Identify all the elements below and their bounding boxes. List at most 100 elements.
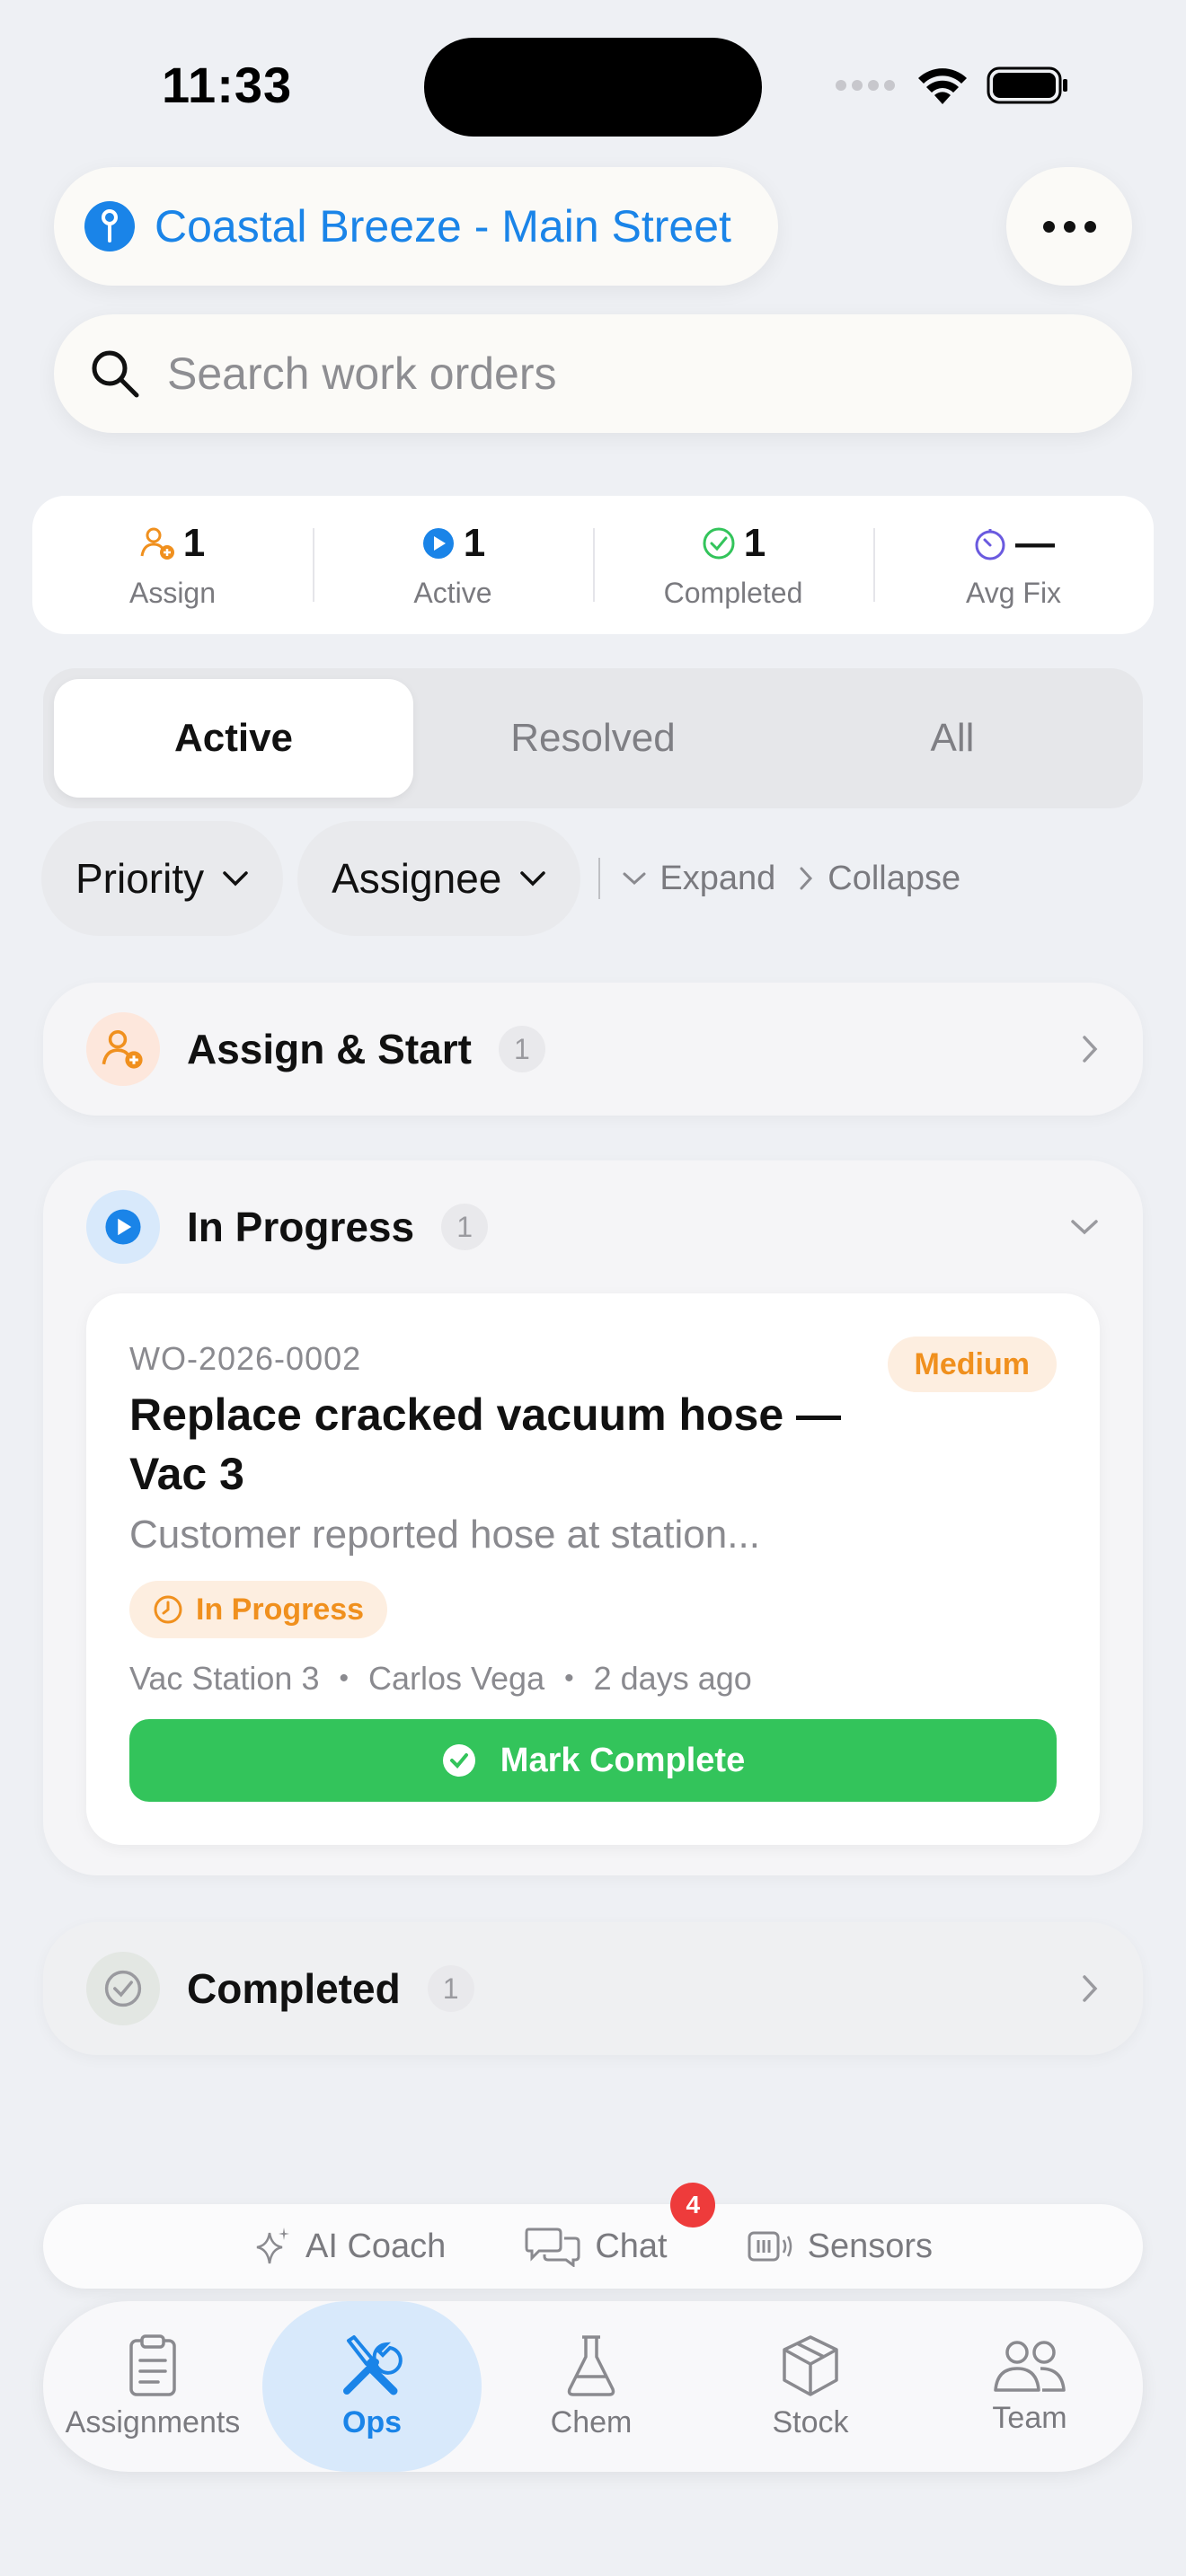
stat-avg-fix[interactable]: — Avg Fix — [873, 496, 1154, 634]
collapse-label: Collapse — [828, 859, 961, 897]
tab-label: Assignments — [65, 2404, 241, 2439]
check-circle-icon — [86, 1952, 160, 2025]
group-title: Assign & Start — [187, 1026, 472, 1072]
tab-stock[interactable]: Stock — [701, 2301, 920, 2472]
tab-label: Team — [992, 2400, 1067, 2435]
tab-label: Chem — [550, 2404, 633, 2439]
search-bar — [54, 314, 1132, 433]
filter-row: Priority Assignee Expand Collapse — [41, 821, 960, 936]
assist-bar: AI Coach Chat 4 Sensors — [43, 2183, 1143, 2289]
priority-filter[interactable]: Priority — [41, 821, 284, 936]
expand-all-button[interactable]: Expand — [622, 860, 775, 898]
chat-unread-badge: 4 — [670, 2183, 716, 2228]
box-icon — [783, 2334, 838, 2396]
stat-assign[interactable]: 1 Assign — [32, 496, 313, 634]
dynamic-island — [424, 38, 762, 137]
chevron-down-icon — [1071, 1220, 1098, 1235]
meta-separator: • — [339, 1663, 349, 1693]
meta-location: Vac Station 3 — [129, 1660, 320, 1697]
work-order-meta: Vac Station 3 • Carlos Vega • 2 days ago — [129, 1660, 752, 1698]
expand-label: Expand — [659, 859, 776, 897]
mark-complete-button[interactable]: Mark Complete — [129, 1719, 1057, 1802]
search-input[interactable] — [167, 348, 1066, 400]
tab-assignments[interactable]: Assignments — [43, 2301, 262, 2472]
ai-coach-button[interactable]: AI Coach — [253, 2226, 446, 2267]
person-add-icon — [86, 1012, 160, 1086]
segment-all[interactable]: All — [773, 679, 1132, 798]
flask-icon — [567, 2334, 615, 2396]
stat-completed[interactable]: 1 Completed — [593, 496, 873, 634]
chat-bubbles-icon — [525, 2228, 580, 2267]
stat-active[interactable]: 1 Active — [313, 496, 593, 634]
stat-label: Avg Fix — [965, 576, 1062, 609]
stat-value: 1 — [743, 520, 766, 565]
status-label: In Progress — [196, 1592, 365, 1627]
group-header[interactable]: In Progress 1 — [86, 1190, 1100, 1264]
cellular-signal-icon — [836, 80, 895, 91]
location-name: Coastal Breeze - Main Street — [155, 201, 731, 251]
more-icon-dot — [1042, 220, 1055, 233]
play-circle-icon — [86, 1190, 160, 1264]
tab-ops[interactable]: Ops — [262, 2301, 482, 2472]
stat-value: — — [1015, 520, 1055, 565]
tab-bar: Assignments Ops Chem Stock Team — [43, 2301, 1143, 2472]
check-circle-icon — [703, 527, 735, 559]
work-order-title: Replace cracked vacuum hose — Vac 3 — [129, 1389, 842, 1499]
sensor-icon — [748, 2231, 792, 2262]
tab-chem[interactable]: Chem — [482, 2301, 701, 2472]
group-completed[interactable]: Completed 1 — [43, 1922, 1143, 2055]
chevron-right-icon — [1083, 1975, 1098, 2002]
people-icon — [994, 2340, 1066, 2392]
status-segmented-control: Active Resolved All — [43, 668, 1143, 808]
person-add-icon — [140, 527, 174, 560]
priority-filter-label: Priority — [75, 855, 205, 902]
group-count: 1 — [498, 1026, 545, 1072]
check-circle-icon — [442, 1744, 475, 1777]
priority-badge: Medium — [887, 1337, 1057, 1392]
sparkles-icon — [256, 2228, 289, 2264]
clock-icon — [154, 1595, 182, 1624]
wifi-icon — [918, 68, 967, 104]
play-circle-icon — [422, 527, 454, 559]
meta-assignee: Carlos Vega — [367, 1660, 545, 1697]
chevron-right-icon — [1083, 1036, 1098, 1063]
work-order-id: WO-2026-0002 — [129, 1340, 362, 1377]
stat-label: Assign — [128, 576, 217, 609]
chevron-down-icon — [520, 871, 546, 887]
stat-value: 1 — [463, 520, 486, 565]
sensors-button[interactable]: Sensors — [747, 2228, 933, 2266]
group-title: Completed — [187, 1965, 401, 2012]
chevron-down-icon — [623, 872, 646, 886]
chat-button[interactable]: Chat 4 — [525, 2183, 716, 2267]
chevron-right-icon — [800, 867, 813, 890]
stat-value: 1 — [182, 520, 206, 565]
status-badge: In Progress — [129, 1581, 388, 1638]
sensors-label: Sensors — [807, 2227, 933, 2265]
segment-resolved[interactable]: Resolved — [413, 679, 773, 798]
mark-complete-label: Mark Complete — [500, 1741, 746, 1779]
segment-active[interactable]: Active — [54, 679, 413, 798]
meta-separator: • — [564, 1663, 574, 1693]
more-options-button[interactable] — [1006, 167, 1132, 286]
location-selector[interactable]: Coastal Breeze - Main Street — [54, 167, 778, 286]
more-icon-dot — [1084, 220, 1096, 233]
meta-age: 2 days ago — [593, 1660, 752, 1697]
location-pin-icon — [84, 201, 135, 251]
group-title: In Progress — [187, 1204, 415, 1250]
collapse-all-button[interactable]: Collapse — [797, 860, 960, 898]
chevron-down-icon — [223, 871, 248, 887]
stat-label: Completed — [663, 576, 803, 609]
battery-icon — [987, 66, 1067, 104]
search-icon — [92, 350, 139, 398]
assignee-filter[interactable]: Assignee — [297, 821, 581, 936]
group-count: 1 — [427, 1965, 474, 2012]
timer-icon — [975, 528, 1005, 560]
tab-team[interactable]: Team — [920, 2301, 1139, 2472]
group-assign-start[interactable]: Assign & Start 1 — [43, 983, 1143, 1116]
stat-label: Active — [413, 576, 492, 609]
work-order-description: Customer reported hose at station... — [129, 1513, 760, 1557]
work-order-card[interactable]: WO-2026-0002 Medium Replace cracked vacu… — [86, 1293, 1100, 1845]
ai-coach-label: AI Coach — [305, 2227, 447, 2265]
status-icons — [836, 63, 1069, 108]
filter-divider — [598, 858, 601, 899]
